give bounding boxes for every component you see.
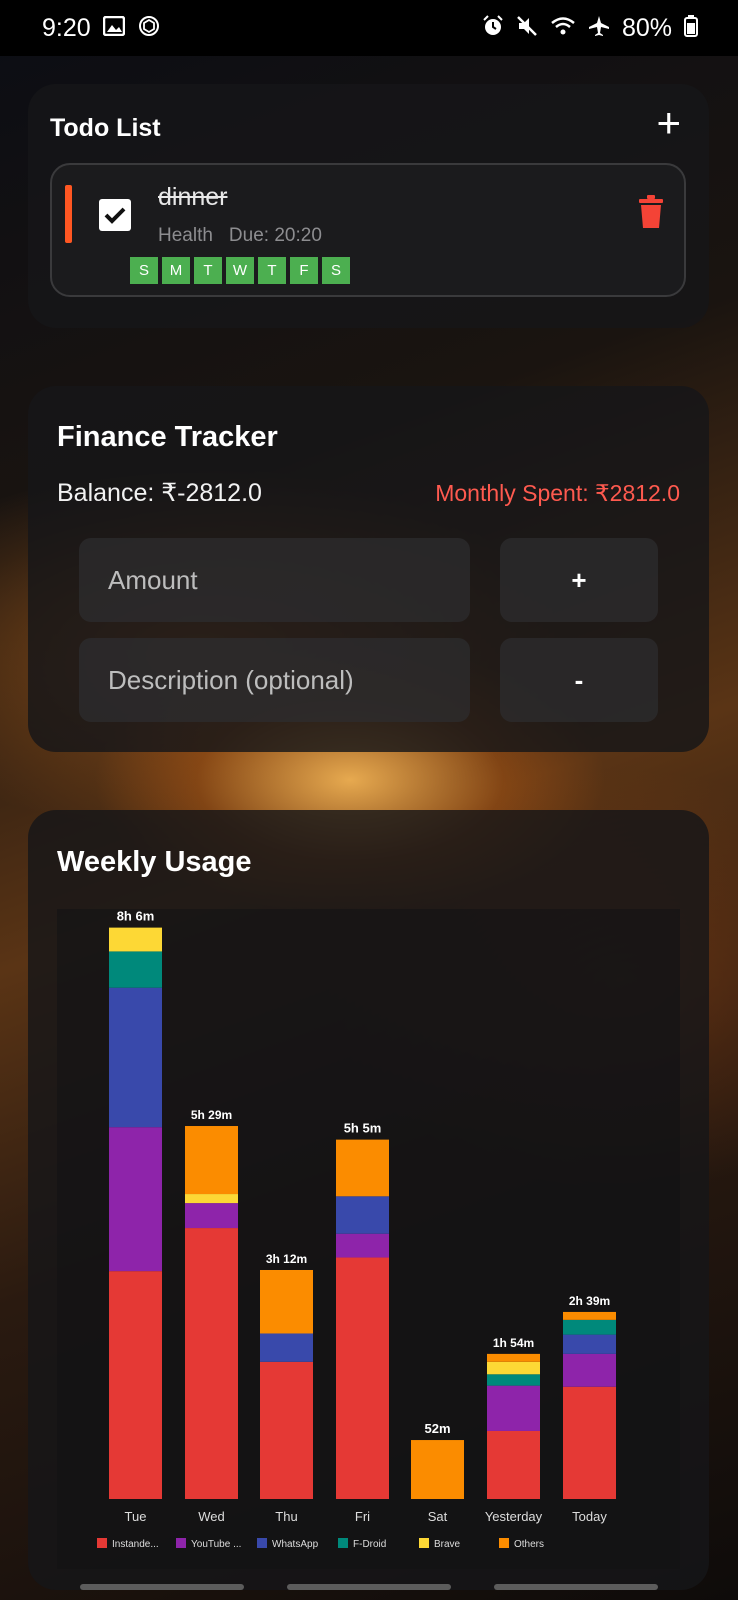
todo-title: Todo List [50,114,161,142]
bar-segment [185,1194,238,1204]
bar-segment [109,927,162,952]
legend-label: WhatsApp [272,1539,319,1550]
todo-due: Due: 20:20 [228,225,322,246]
amount-input[interactable]: Amount [79,538,470,622]
bar-segment [563,1311,616,1320]
add-todo-button[interactable]: + [656,102,681,144]
finance-card: Finance Tracker Balance: ₹-2812.0 Monthl… [28,386,709,752]
x-tick-label: Thu [275,1509,297,1524]
bar-segment [487,1385,540,1431]
usage-title: Weekly Usage [57,846,252,878]
x-tick-label: Sat [428,1509,448,1524]
nav-back-pill[interactable] [494,1584,658,1590]
x-tick-label: Fri [355,1509,370,1524]
todo-item[interactable]: dinner Health Due: 20:20 S M T W T F S [50,163,686,297]
bar-segment [185,1228,238,1499]
day-chip: S [130,257,158,284]
todo-category: Health [158,225,213,246]
legend-label: Others [514,1539,544,1550]
add-income-button[interactable]: + [500,538,658,622]
bar-total-label: 3h 12m [266,1252,307,1266]
bar-segment [109,1271,162,1499]
day-chip: T [258,257,286,284]
todo-meta: Health Due: 20:20 [158,225,322,247]
bar-segment [336,1233,389,1258]
legend-label: Instande... [112,1539,159,1550]
bar-total-label: 8h 6m [117,909,155,924]
todo-repeat-days: S M T W T F S [130,257,350,284]
bar-segment [260,1269,313,1334]
day-chip: W [226,257,254,284]
bar-segment [109,987,162,1128]
delete-icon[interactable] [638,195,664,229]
bar-segment [185,1126,238,1195]
battery-icon [684,15,698,41]
chatgpt-icon [137,14,161,42]
bar-total-label: 5h 29m [191,1108,232,1122]
day-chip: F [290,257,318,284]
image-icon [102,15,125,40]
day-chip: M [162,257,190,284]
monthly-spent-text: Monthly Spent: ₹2812.0 [435,480,680,506]
x-tick-label: Tue [125,1509,147,1524]
legend-swatch [176,1538,186,1548]
description-input[interactable]: Description (optional) [79,638,470,722]
bar-segment [487,1353,540,1362]
bar-segment [563,1386,616,1499]
airplane-icon [588,15,610,41]
x-tick-label: Yesterday [485,1509,543,1524]
status-bar: 9:20 80% [0,0,738,56]
add-expense-button[interactable]: - [500,638,658,722]
bar-segment [336,1196,389,1234]
nav-recents-pill[interactable] [80,1584,244,1590]
legend-swatch [499,1538,509,1548]
mute-icon [516,15,538,41]
balance-text: Balance: ₹-2812.0 [57,479,262,507]
bar-segment [260,1333,313,1362]
bar-total-label: 52m [424,1421,450,1436]
bar-segment [336,1257,389,1499]
x-tick-label: Today [572,1509,607,1524]
legend-label: Brave [434,1539,461,1550]
todo-card: Todo List + dinner Health Due: 20:20 S M… [28,84,709,328]
bar-segment [336,1139,389,1197]
bar-segment [109,951,162,988]
bar-segment [563,1334,616,1354]
bar-total-label: 2h 39m [569,1294,610,1308]
alarm-icon [482,15,504,41]
day-chip: S [322,257,350,284]
wifi-icon [550,15,576,41]
legend-label: YouTube ... [191,1539,241,1550]
check-icon [104,207,126,224]
bar-segment [109,1127,162,1272]
todo-checkbox[interactable] [99,199,131,231]
usage-chart-svg: 8h 6m Tue 5h 29m Wed 3h 12m Thu 5h 5m Fri 52m Sat… [97,909,616,1550]
bar-segment [411,1440,464,1499]
legend-swatch [419,1538,429,1548]
bar-segment [487,1374,540,1386]
usage-chart: 8h 6m Tue 5h 29m Wed 3h 12m Thu 5h 5m Fri 52m Sat… [57,909,680,1569]
bar-segment [487,1361,540,1375]
nav-home-pill[interactable] [287,1584,451,1590]
todo-name: dinner [158,183,228,211]
weekly-usage-card: Weekly Usage 8h 6m Tue 5h 29m Wed 3h 12m Thu 5… [28,810,709,1590]
battery-percent: 80% [621,13,672,42]
legend-label: F-Droid [353,1539,386,1550]
bar-segment [563,1353,616,1387]
bar-total-label: 1h 54m [493,1336,534,1350]
bar-segment [260,1361,313,1499]
day-chip: T [194,257,222,284]
finance-title: Finance Tracker [57,421,278,453]
bar-segment [487,1430,540,1499]
x-tick-label: Wed [198,1509,225,1524]
status-time: 9:20 [42,13,91,42]
bar-segment [185,1203,238,1229]
priority-indicator [65,185,72,243]
legend-swatch [97,1538,107,1548]
bar-segment [563,1319,616,1335]
legend-swatch [257,1538,267,1548]
legend-swatch [338,1538,348,1548]
bar-total-label: 5h 5m [344,1121,382,1136]
